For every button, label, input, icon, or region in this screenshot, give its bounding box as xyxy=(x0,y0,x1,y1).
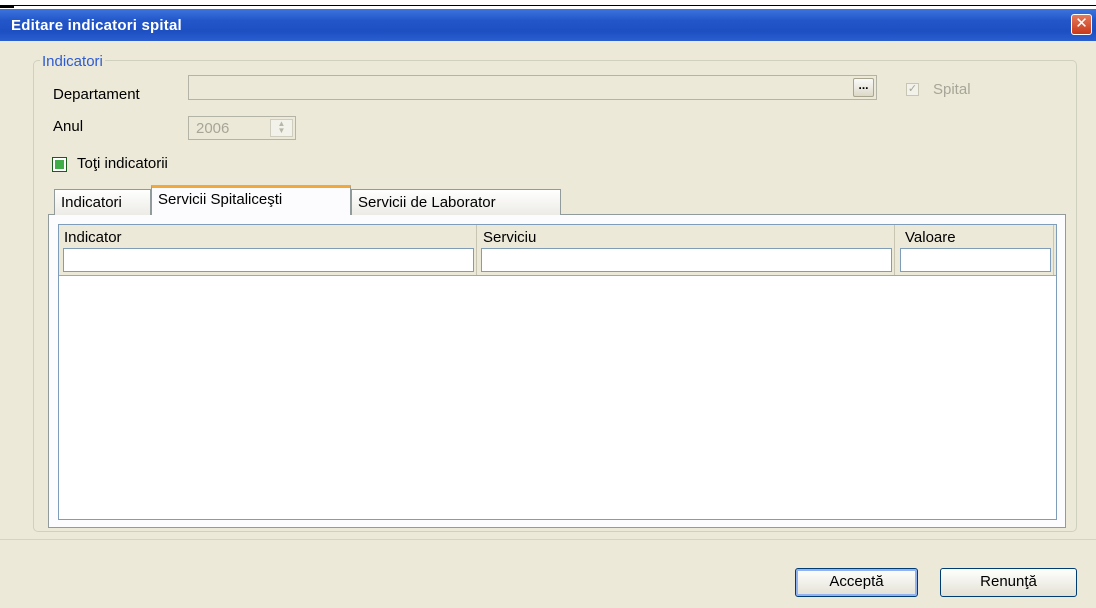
column-header-valoare[interactable]: Valoare xyxy=(905,229,956,246)
browse-departament-button[interactable]: ... xyxy=(853,78,874,97)
departament-field[interactable]: ... xyxy=(188,75,877,100)
anul-value: 2006 xyxy=(196,120,230,137)
indicator-filter-input[interactable] xyxy=(63,248,474,272)
footer-divider xyxy=(0,539,1096,540)
close-icon: ✕ xyxy=(1075,15,1088,32)
anul-label: Anul xyxy=(53,118,84,135)
cancel-label: Renunţă xyxy=(980,573,1037,590)
serviciu-filter-input[interactable] xyxy=(481,248,892,272)
tab-indicatori[interactable]: Indicatori xyxy=(54,189,151,215)
tab-label: Servicii Spitaliceşti xyxy=(158,191,283,208)
tab-label: Servicii de Laborator xyxy=(358,194,496,211)
spital-label: Spital xyxy=(933,81,971,98)
accept-button[interactable]: Acceptă xyxy=(795,568,918,597)
checkbox-indicator-icon xyxy=(52,157,67,172)
tab-label: Indicatori xyxy=(61,194,122,211)
tab-servicii-laborator[interactable]: Servicii de Laborator xyxy=(351,189,561,215)
departament-label: Departament xyxy=(53,86,140,103)
window-title: Editare indicatori spital xyxy=(11,17,182,34)
grid-header: Indicator Serviciu Valoare xyxy=(59,225,1056,276)
ellipsis-icon: ... xyxy=(858,78,869,92)
indicator-grid[interactable]: Indicator Serviciu Valoare xyxy=(58,224,1057,520)
close-button[interactable]: ✕ xyxy=(1071,14,1092,35)
desktop-top-edge xyxy=(0,0,1096,8)
check-icon: ✓ xyxy=(906,83,919,96)
title-bar[interactable]: Editare indicatori spital ✕ xyxy=(0,9,1096,41)
tab-servicii-spitalicesti[interactable]: Servicii Spitaliceşti xyxy=(151,185,351,215)
cancel-button[interactable]: Renunţă xyxy=(940,568,1077,597)
column-header-serviciu[interactable]: Serviciu xyxy=(483,229,536,246)
toti-indicatorii-label: Toţi indicatorii xyxy=(77,155,168,172)
valoare-filter-input[interactable] xyxy=(900,248,1051,272)
spin-arrows-icon[interactable]: ▲ ▼ xyxy=(270,119,293,137)
anul-spinner-field[interactable]: 2006 ▲ ▼ xyxy=(188,116,296,140)
column-header-indicator[interactable]: Indicator xyxy=(64,229,122,246)
accept-label: Acceptă xyxy=(829,573,884,590)
groupbox-legend: Indicatori xyxy=(40,53,105,70)
